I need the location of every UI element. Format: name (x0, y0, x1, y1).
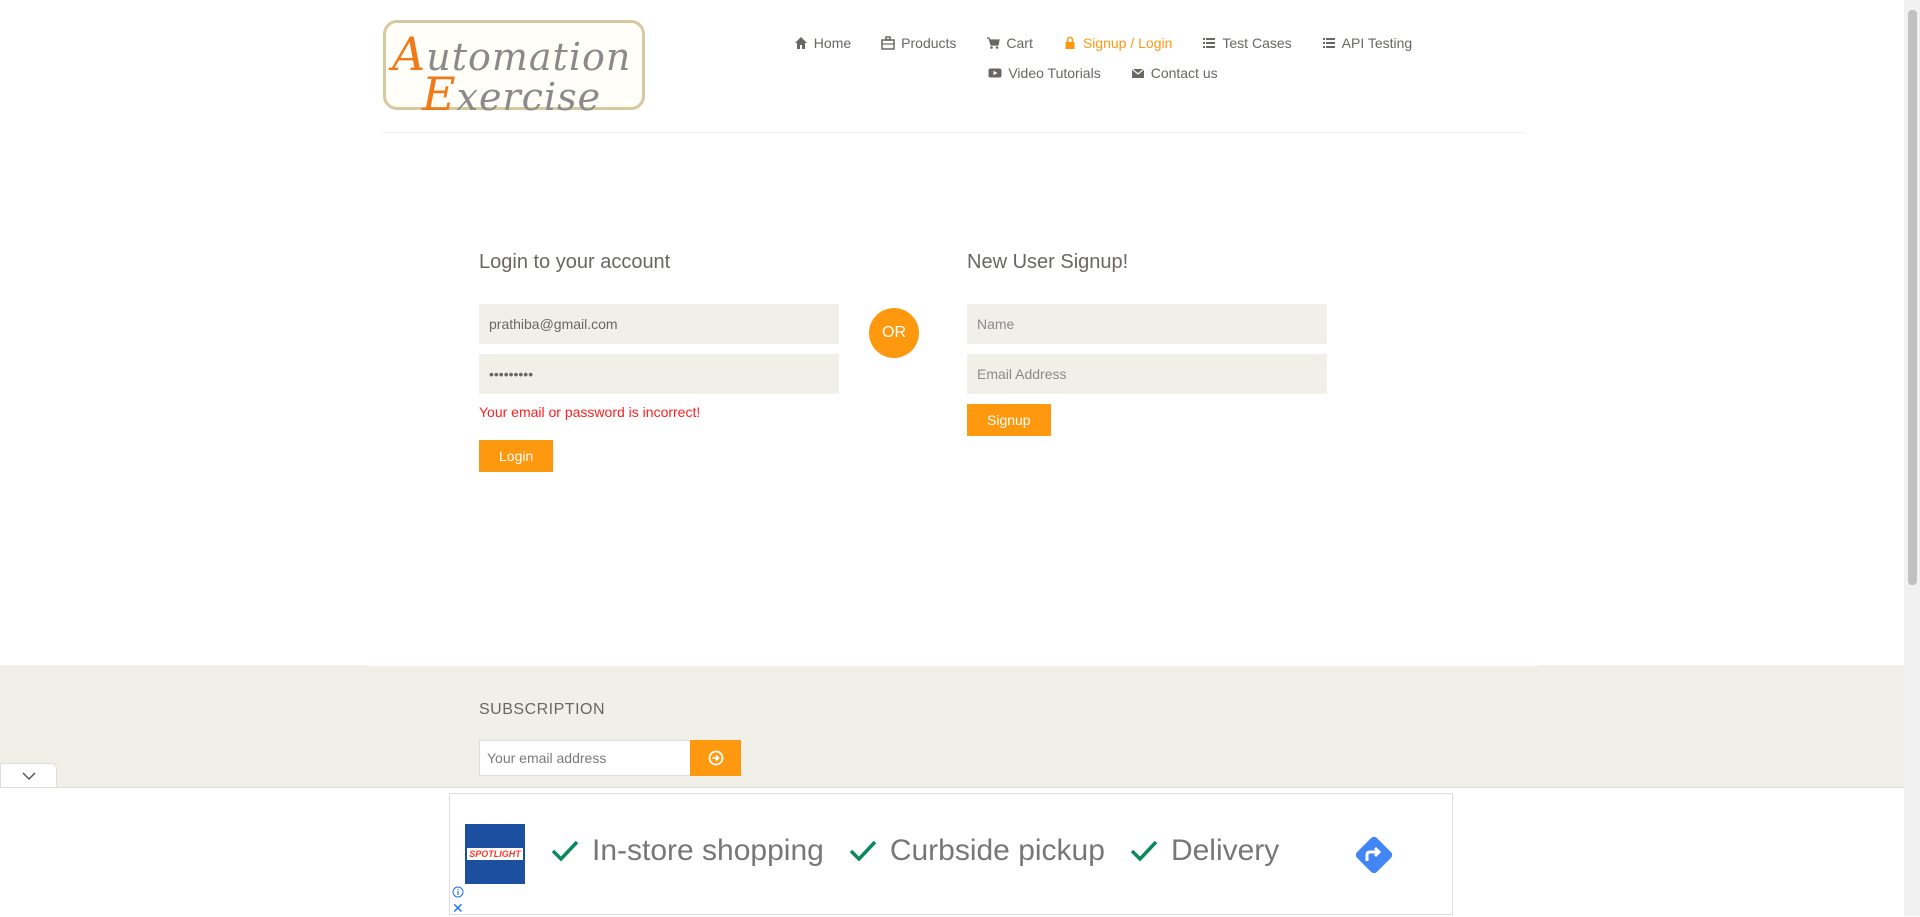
nav-home[interactable]: Home (794, 35, 851, 51)
subscription-title: SUBSCRIPTION (479, 701, 606, 718)
ad-brand-logo: SPOTLIGHT (465, 824, 525, 884)
nav-cart[interactable]: Cart (986, 35, 1033, 51)
login-title: Login to your account (479, 251, 671, 273)
scrollbar-thumb[interactable] (1908, 10, 1917, 585)
login-password-field[interactable]: ••••••••• (479, 354, 839, 394)
site-logo[interactable]: Automation Exercise (383, 20, 645, 121)
footer-divider (368, 665, 1538, 666)
ad-banner[interactable]: SPOTLIGHT In-store shopping Curbside pic… (449, 793, 1453, 915)
subscribe-button[interactable] (690, 740, 741, 776)
or-badge: OR (869, 308, 919, 358)
page-scrollbar[interactable] (1904, 0, 1920, 916)
signup-email-input[interactable]: Email Address (967, 354, 1327, 394)
youtube-icon (988, 68, 1002, 78)
nav-contact-us[interactable]: Contact us (1131, 65, 1218, 81)
nav-row-1: Home Products Cart Signup / Login Test C… (783, 28, 1423, 58)
nav-test-cases[interactable]: Test Cases (1202, 35, 1292, 51)
ad-feature-item: Curbside pickup (848, 834, 1105, 868)
signup-button[interactable]: Signup (967, 404, 1051, 436)
arrow-circle-right-icon (708, 750, 723, 766)
nav-video-tutorials[interactable]: Video Tutorials (988, 65, 1101, 81)
subscription-email-input[interactable]: Your email address (479, 740, 691, 776)
login-form: Login to your account prathiba@gmail.com… (479, 250, 839, 472)
site-header: Automation Exercise Home Products Cart S… (383, 0, 1525, 133)
chevron-down-icon (21, 771, 36, 780)
envelope-icon (1131, 68, 1145, 78)
nav-row-2: Video Tutorials Contact us (783, 58, 1423, 88)
ad-banner-bar: SPOTLIGHT In-store shopping Curbside pic… (0, 787, 1904, 917)
signup-form: New User Signup! Name Email Address Sign… (967, 250, 1327, 436)
nav-products[interactable]: Products (881, 35, 956, 51)
login-button[interactable]: Login (479, 440, 554, 472)
home-icon (794, 37, 807, 49)
check-icon (1130, 840, 1158, 862)
ad-feature-item: In-store shopping (550, 834, 824, 868)
login-error-message: Your email or password is incorrect! (479, 404, 701, 420)
ad-close-icon[interactable]: ✕ (452, 901, 464, 915)
nav-signup-login[interactable]: Signup / Login (1063, 35, 1172, 51)
check-icon (849, 840, 877, 862)
ad-collapse-toggle[interactable] (0, 763, 57, 787)
ad-feature-list: In-store shopping Curbside pickup Delive… (550, 834, 1279, 868)
ad-info-icon[interactable] (452, 886, 464, 898)
main-nav: Home Products Cart Signup / Login Test C… (783, 28, 1423, 88)
ad-feature-item: Delivery (1129, 834, 1279, 868)
nav-api-testing[interactable]: API Testing (1322, 35, 1412, 51)
logo-line-2: Exercise (422, 67, 602, 121)
list-icon (1322, 38, 1335, 48)
products-icon (881, 36, 895, 50)
lock-icon (1065, 36, 1075, 49)
cart-icon (987, 37, 1001, 49)
directions-icon[interactable] (1350, 831, 1398, 879)
check-icon (551, 840, 579, 862)
list-icon (1203, 38, 1216, 48)
signup-title: New User Signup! (967, 251, 1129, 273)
signup-name-input[interactable]: Name (967, 304, 1327, 344)
login-email-field[interactable]: prathiba@gmail.com (479, 304, 839, 344)
